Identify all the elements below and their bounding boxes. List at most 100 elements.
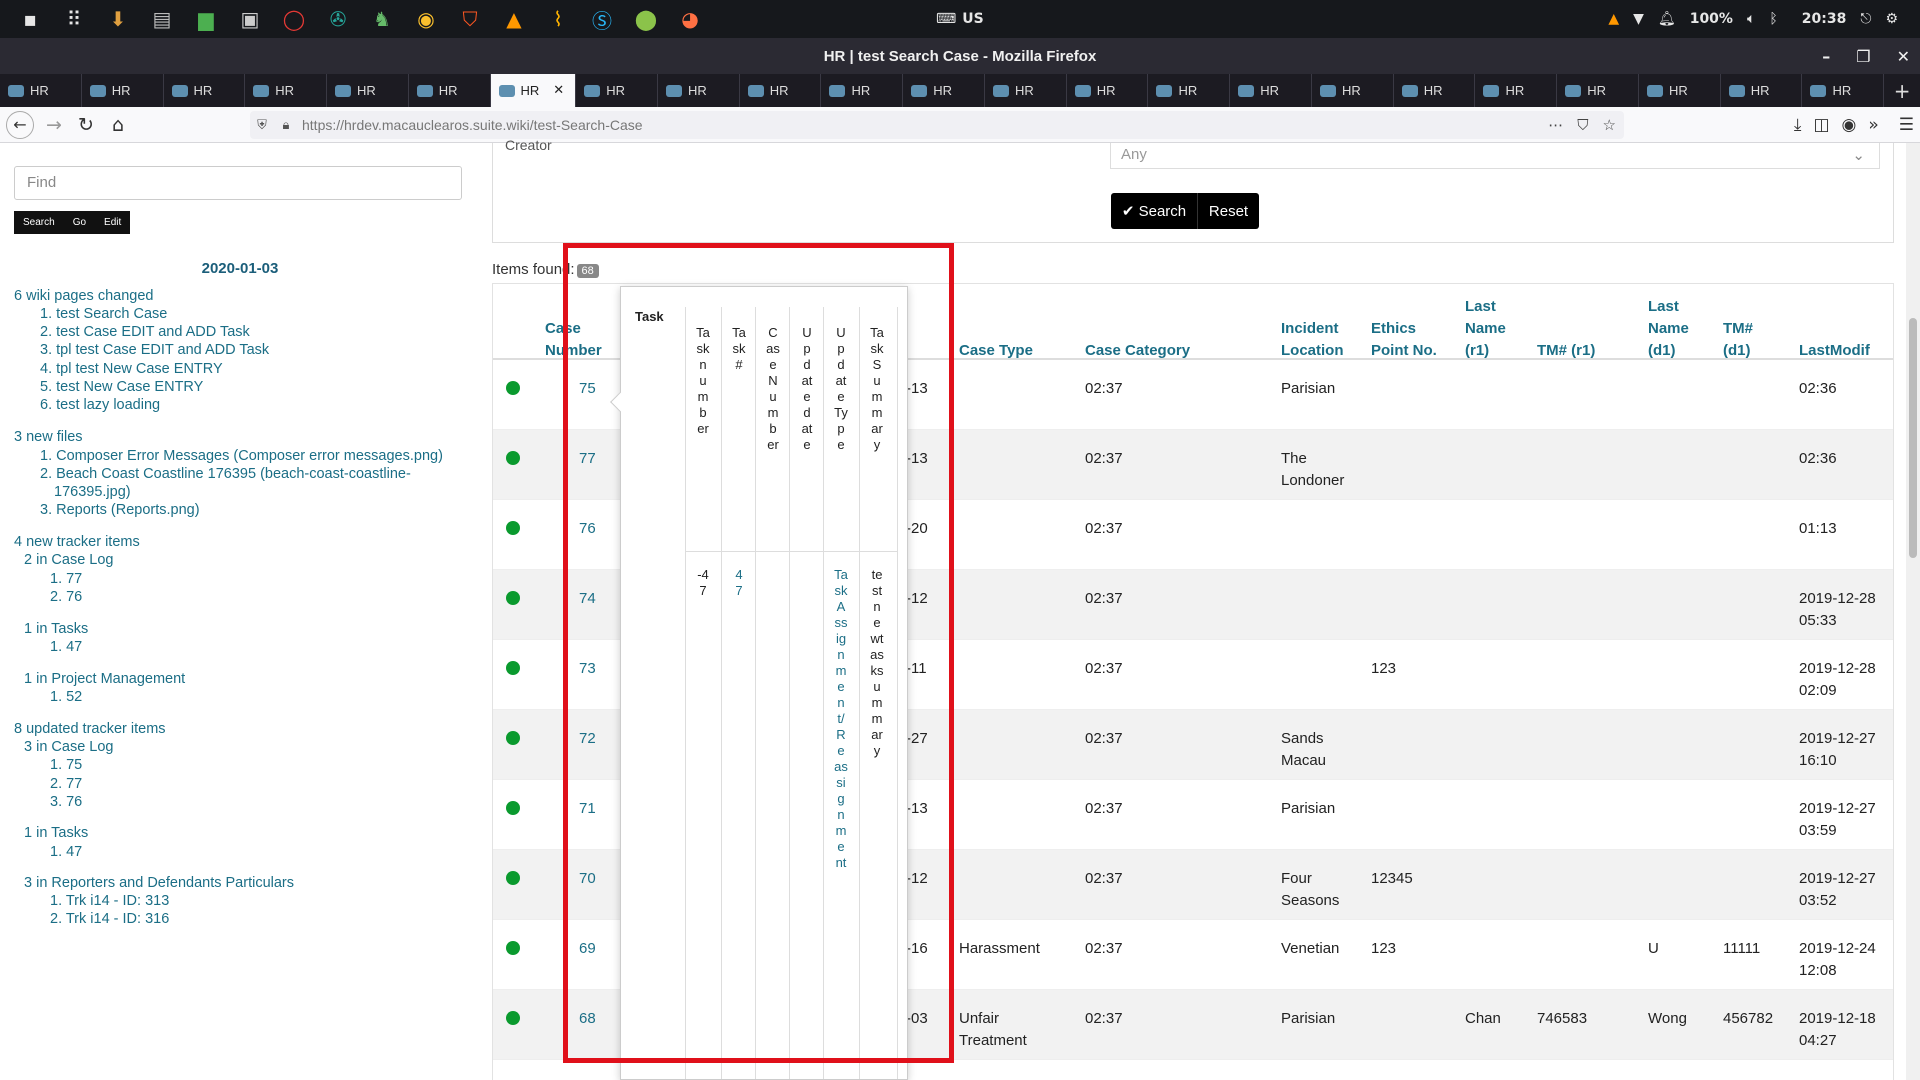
- sidebar-change-item[interactable]: 4. tpl test New Case ENTRY: [40, 361, 223, 377]
- bookmark-star-icon[interactable]: ☆: [1603, 116, 1616, 134]
- settings-gear-icon[interactable]: ⚙: [1885, 11, 1898, 27]
- browser-tab[interactable]: HR: [1802, 74, 1885, 107]
- sidebar-change-item[interactable]: 3 in Reporters and Defendants Particular…: [24, 875, 294, 891]
- vlc-icon[interactable]: ▲: [492, 0, 536, 38]
- sidebar-change-item[interactable]: 6 wiki pages changed: [14, 288, 153, 304]
- sidebar-change-item[interactable]: 2. 76: [50, 589, 82, 605]
- browser-tab[interactable]: HR: [1230, 74, 1312, 107]
- browser-tab[interactable]: HR: [327, 74, 409, 107]
- sidebar-change-item[interactable]: 2 in Case Log: [24, 552, 113, 568]
- tracking-shield-icon[interactable]: ⛨: [250, 118, 274, 133]
- browser-tab[interactable]: HR: [1394, 74, 1476, 107]
- header-tm-d1[interactable]: TM# (d1): [1723, 318, 1763, 362]
- overflow-chevron-icon[interactable]: »: [1868, 115, 1878, 135]
- skype-icon[interactable]: Ⓢ: [580, 0, 624, 38]
- home-icon[interactable]: ⌂: [102, 109, 134, 141]
- browser-tab[interactable]: HR: [1639, 74, 1721, 107]
- close-window-icon[interactable]: ✕: [1897, 47, 1910, 66]
- security-icon[interactable]: ♞: [360, 0, 404, 38]
- header-last-name-d1[interactable]: Last Name (d1): [1648, 296, 1698, 362]
- back-icon[interactable]: ←: [6, 110, 34, 139]
- sidebar-change-item[interactable]: 3. 76: [50, 794, 82, 810]
- browser-tab[interactable]: HR: [82, 74, 164, 107]
- find-go-button[interactable]: Go: [63, 211, 96, 234]
- browser-tab[interactable]: HR: [1475, 74, 1558, 107]
- page-actions-icon[interactable]: ⋯: [1548, 116, 1563, 134]
- firefox-icon[interactable]: ◕: [668, 0, 712, 38]
- pocket-icon[interactable]: ⛉: [1577, 116, 1588, 134]
- sidebar-change-item[interactable]: 6. test lazy loading: [40, 397, 160, 413]
- sidebar-change-item[interactable]: 2. Trk i14 - ID: 316: [50, 911, 169, 927]
- sidebar-change-item[interactable]: 2. Beach Coast Coastline 176395 (beach-c…: [40, 466, 411, 482]
- browser-tab[interactable]: HR: [821, 74, 904, 107]
- browser-tab[interactable]: HR: [985, 74, 1067, 107]
- minimize-icon[interactable]: –: [1822, 47, 1830, 66]
- sidebar-change-item[interactable]: 8 updated tracker items: [14, 721, 166, 737]
- volume-icon[interactable]: 🔈︎: [1747, 11, 1755, 27]
- browser-tab[interactable]: HR: [740, 74, 822, 107]
- creator-select[interactable]: Any ⌄: [1110, 143, 1880, 169]
- maps-icon[interactable]: ⬤: [624, 0, 668, 38]
- sidebar-change-item[interactable]: 1 in Project Management: [24, 671, 185, 687]
- find-input[interactable]: Find: [14, 166, 462, 200]
- sidebar-change-item[interactable]: 1. 47: [50, 844, 82, 860]
- find-search-button[interactable]: Search: [14, 211, 64, 234]
- browser-tab[interactable]: HR: [409, 74, 491, 107]
- page-scrollbar[interactable]: [1906, 143, 1920, 1080]
- sidebar-change-item[interactable]: 1 in Tasks: [24, 825, 88, 841]
- header-incident-location[interactable]: Incident Location: [1281, 318, 1351, 362]
- find-edit-button[interactable]: Edit: [95, 211, 131, 234]
- forward-icon[interactable]: →: [38, 109, 70, 141]
- url-bar[interactable]: ⛨ 🔒︎ https://hrdev.macauclearos.suite.wi…: [250, 111, 1624, 139]
- sidebar-change-item[interactable]: 1. 47: [50, 639, 82, 655]
- browser-tab[interactable]: HR: [164, 74, 246, 107]
- browser-tab[interactable]: HR: [1721, 74, 1803, 107]
- wifi-icon[interactable]: ▼: [1633, 11, 1644, 27]
- folder-icon[interactable]: ▆: [184, 0, 228, 38]
- sidebar-change-item[interactable]: 5. test New Case ENTRY: [40, 379, 203, 395]
- browser-tab[interactable]: HR: [0, 74, 82, 107]
- sidebar-change-item[interactable]: 3. Reports (Reports.png): [40, 502, 200, 518]
- scrollbar-thumb[interactable]: [1909, 318, 1917, 558]
- header-ethics-point[interactable]: Ethics Point No.: [1371, 318, 1441, 362]
- sidebar-change-item[interactable]: 176395.jpg): [54, 484, 131, 500]
- terminal-icon[interactable]: ▣: [228, 0, 272, 38]
- browser-tab[interactable]: HR: [658, 74, 740, 107]
- broom-icon[interactable]: ⌇: [536, 0, 580, 38]
- browser-tab[interactable]: HR: [903, 74, 985, 107]
- chrome-icon[interactable]: ◉: [404, 0, 448, 38]
- reset-button[interactable]: Reset: [1197, 193, 1259, 229]
- sidebar-change-item[interactable]: 1. 75: [50, 757, 82, 773]
- header-last-name-r1[interactable]: Last Name (r1): [1465, 296, 1515, 362]
- search-button[interactable]: ✔ Search: [1111, 193, 1197, 229]
- sidebar-change-item[interactable]: 4 new tracker items: [14, 534, 140, 550]
- sidebar-change-item[interactable]: 1 in Tasks: [24, 621, 88, 637]
- url-text[interactable]: https://hrdev.macauclearos.suite.wiki/te…: [302, 117, 643, 133]
- sidebar-change-item[interactable]: 3 new files: [14, 429, 83, 445]
- sidebar-change-item[interactable]: 1. 77: [50, 571, 82, 587]
- browser-tab[interactable]: HR: [576, 74, 658, 107]
- browser-tab[interactable]: HR: [1557, 74, 1639, 107]
- logout-icon[interactable]: ⎋: [1860, 11, 1871, 27]
- keyboard-indicator[interactable]: ⌨ US: [936, 0, 984, 38]
- vlc-tray-icon[interactable]: ▲: [1608, 11, 1619, 27]
- files-icon[interactable]: ▪: [8, 0, 52, 38]
- browser-tab[interactable]: HR ✕: [490, 74, 577, 107]
- close-tab-icon[interactable]: ✕: [553, 83, 564, 98]
- notification-bell-icon[interactable]: 🔔︎: [1658, 11, 1676, 27]
- sidebar-change-item[interactable]: 1. test Search Case: [40, 306, 167, 322]
- sidebar-change-item[interactable]: 2. test Case EDIT and ADD Task: [40, 324, 250, 340]
- battery-level[interactable]: 100%: [1690, 11, 1733, 27]
- maximize-icon[interactable]: ❐: [1856, 47, 1870, 66]
- sidebar-change-item[interactable]: 3. tpl test Case EDIT and ADD Task: [40, 342, 269, 358]
- browser-tab[interactable]: HR: [245, 74, 327, 107]
- sidebar-change-item[interactable]: 1. Trk i14 - ID: 313: [50, 893, 169, 909]
- brave-icon[interactable]: ⛉: [448, 0, 492, 38]
- sidebar-change-item[interactable]: 3 in Case Log: [24, 739, 113, 755]
- bluetooth-icon[interactable]: ᛒ: [1769, 11, 1777, 27]
- account-icon[interactable]: ◉: [1842, 115, 1857, 135]
- download-icon[interactable]: ⤓: [1794, 115, 1802, 135]
- browser-tab[interactable]: HR: [1067, 74, 1149, 107]
- app-grid-icon[interactable]: ⠿: [52, 0, 96, 38]
- sidebar-toggle-icon[interactable]: ◫: [1813, 115, 1829, 135]
